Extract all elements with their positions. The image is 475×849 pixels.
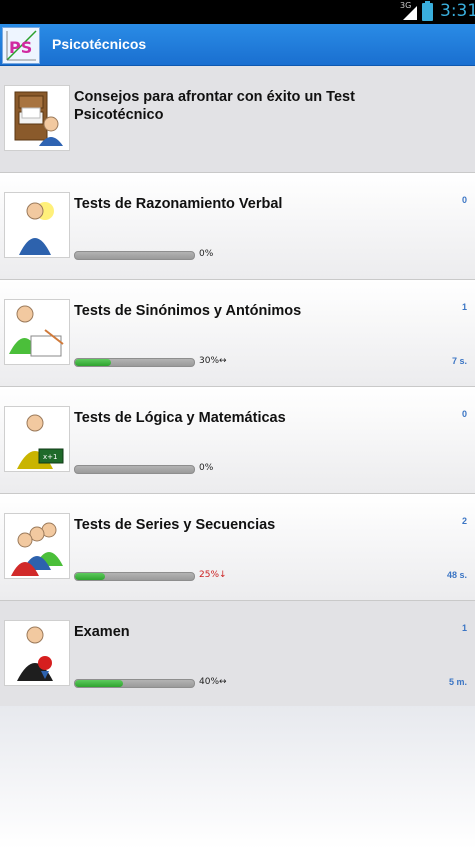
progress-percent: 0% bbox=[199, 463, 214, 473]
elapsed-time: 5 m. bbox=[448, 677, 467, 687]
item-title: Consejos para afrontar con éxito un Test… bbox=[74, 89, 355, 123]
elapsed-time: 7 s. bbox=[451, 356, 467, 366]
progress-fill bbox=[75, 359, 111, 366]
menu-list: Consejos para afrontar con éxito un Test… bbox=[0, 66, 475, 708]
item-title: Examen bbox=[74, 624, 130, 640]
battery-icon bbox=[422, 1, 433, 21]
signal-icon bbox=[403, 6, 417, 20]
list-item-series-secuencias[interactable]: Tests de Series y Secuencias 2 25%↓ 48 s… bbox=[0, 494, 475, 601]
app-title: Psicotécnicos bbox=[52, 36, 147, 52]
app-logo-text: PS bbox=[9, 38, 32, 57]
progress-bar bbox=[74, 679, 195, 688]
trend-icon: ↓ bbox=[219, 570, 227, 580]
progress-fill bbox=[75, 680, 123, 687]
progress-percent: 25%↓ bbox=[199, 570, 227, 580]
attempt-count: 0 bbox=[461, 195, 467, 205]
status-bar: 3G 3:31 bbox=[0, 0, 475, 24]
item-title: Tests de Series y Secuencias bbox=[74, 517, 276, 533]
attempt-count: 0 bbox=[461, 409, 467, 419]
attempt-count: 1 bbox=[461, 302, 467, 312]
list-item-examen[interactable]: Examen 1 40%↔ 5 m. bbox=[0, 601, 475, 708]
progress-percent: 40%↔ bbox=[199, 677, 227, 687]
progress-percent: 30%↔ bbox=[199, 356, 227, 366]
item-title: Tests de Sinónimos y Antónimos bbox=[74, 303, 302, 319]
list-item-logica-matematicas[interactable]: x+1 Tests de Lógica y Matemáticas 0 0% bbox=[0, 387, 475, 494]
item-title: Tests de Razonamiento Verbal bbox=[74, 196, 283, 212]
progress-bar bbox=[74, 251, 195, 260]
app-logo[interactable]: PS bbox=[2, 27, 40, 64]
item-title: Tests de Lógica y Matemáticas bbox=[74, 410, 286, 426]
list-item-razonamiento-verbal[interactable]: Tests de Razonamiento Verbal 0 0% bbox=[0, 173, 475, 280]
app-logo-icon: PS bbox=[3, 28, 39, 63]
attempt-count: 1 bbox=[461, 623, 467, 633]
elapsed-time: 48 s. bbox=[446, 570, 467, 580]
progress-bar bbox=[74, 465, 195, 474]
empty-area bbox=[0, 706, 475, 849]
person-chalkboard-icon: x+1 bbox=[4, 406, 70, 472]
trend-icon: ↔ bbox=[219, 677, 227, 687]
list-item-sinonimos-antonimos[interactable]: Tests de Sinónimos y Antónimos 1 30%↔ 7 … bbox=[0, 280, 475, 387]
person-lightbulb-icon bbox=[4, 192, 70, 258]
person-reading-icon bbox=[4, 299, 70, 365]
person-exam-icon bbox=[4, 620, 70, 686]
svg-text:x+1: x+1 bbox=[43, 453, 57, 461]
progress-fill bbox=[75, 573, 105, 580]
group-people-icon bbox=[4, 513, 70, 579]
trend-icon: ↔ bbox=[219, 356, 227, 366]
progress-bar bbox=[74, 358, 195, 367]
list-item-consejos[interactable]: Consejos para afrontar con éxito un Test… bbox=[0, 66, 475, 173]
file-cabinet-person-icon bbox=[4, 85, 70, 151]
progress-bar bbox=[74, 572, 195, 581]
progress-percent: 0% bbox=[199, 249, 214, 259]
clock: 3:31 bbox=[440, 1, 475, 21]
attempt-count: 2 bbox=[461, 516, 467, 526]
action-bar: PS Psicotécnicos bbox=[0, 24, 475, 66]
